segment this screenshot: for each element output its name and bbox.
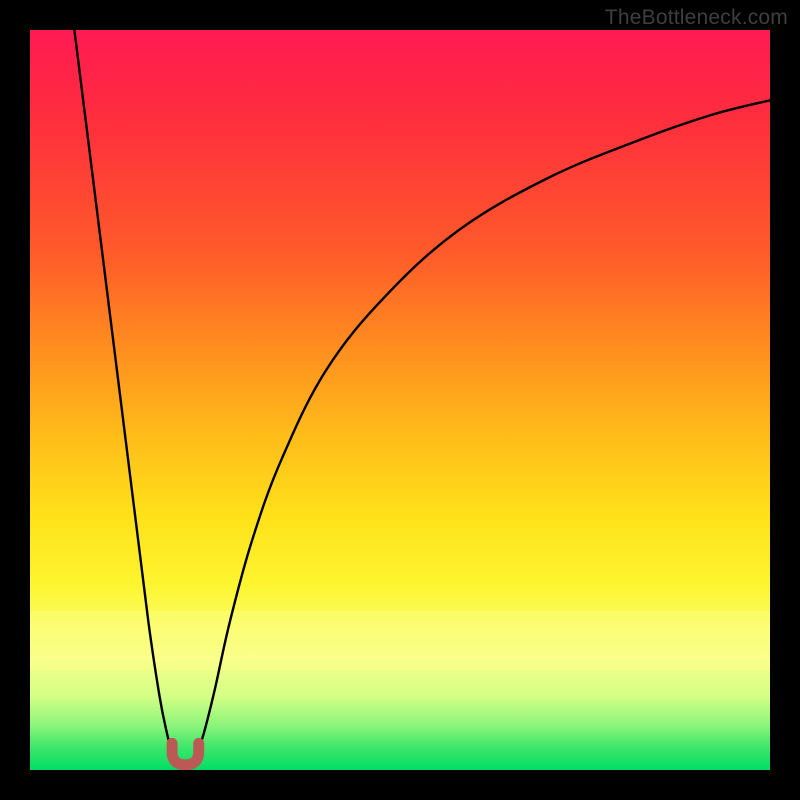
watermark-text: TheBottleneck.com bbox=[605, 6, 788, 30]
curve-layer bbox=[30, 30, 770, 770]
right-branch-curve bbox=[197, 100, 770, 753]
left-branch-curve bbox=[74, 30, 172, 753]
minimum-marker-icon bbox=[172, 743, 199, 764]
plot-area bbox=[30, 30, 770, 770]
chart-stage: TheBottleneck.com bbox=[0, 0, 800, 800]
